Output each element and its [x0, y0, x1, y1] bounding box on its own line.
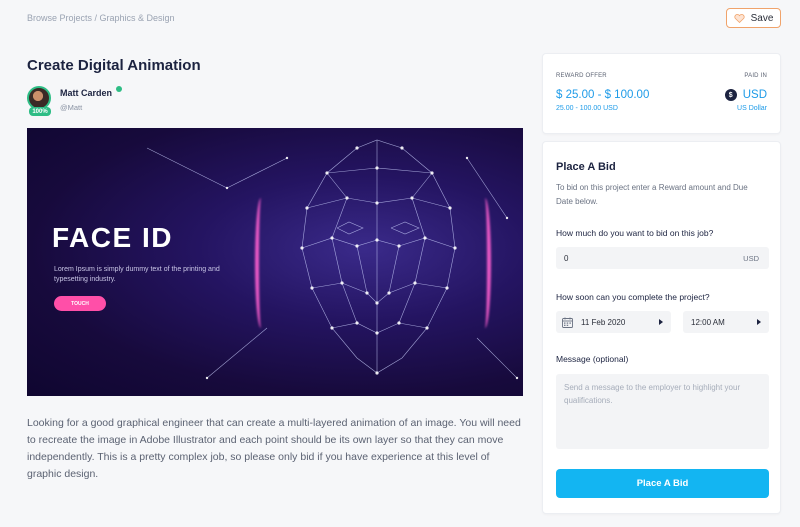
date-value: 11 Feb 2020	[581, 317, 626, 327]
due-date-label: How soon can you complete the project?	[556, 292, 710, 302]
place-bid-button[interactable]: Place A Bid	[556, 469, 769, 498]
image-headline: FACE ID	[52, 222, 173, 253]
bid-card: Place A Bid To bid on this project enter…	[542, 141, 781, 514]
time-picker[interactable]: 12:00 AM	[683, 311, 769, 333]
reward-card: REWARD OFFER PAID IN $ 25.00 - $ 100.00 …	[542, 53, 781, 134]
currency-name: US Dollar	[737, 105, 767, 112]
bid-amount-label: How much do you want to bid on this job?	[556, 228, 714, 238]
project-image: FACE ID Lorem Ipsum is simply dummy text…	[27, 128, 523, 396]
reward-label: REWARD OFFER	[556, 73, 607, 79]
message-label: Message (optional)	[556, 354, 629, 364]
currency: $ USD	[724, 89, 767, 101]
bid-amount-unit: USD	[743, 253, 759, 263]
caret-right-icon	[757, 319, 761, 325]
date-picker[interactable]: 11 Feb 2020	[556, 311, 671, 333]
message-textarea[interactable]: Send a message to the employer to highli…	[556, 374, 769, 449]
currency-code: USD	[742, 89, 767, 101]
avatar-badge: 100%	[29, 107, 51, 116]
face-mesh-graphic	[146, 139, 519, 380]
author-info: 100% Matt Carden @Matt	[27, 86, 123, 116]
author-name[interactable]: Matt Carden	[60, 88, 112, 98]
paid-in-label: PAID IN	[744, 73, 767, 79]
time-value: 12:00 AM	[691, 317, 725, 327]
bid-title: Place A Bid	[556, 161, 616, 173]
caret-right-icon	[659, 319, 663, 325]
reward-amount: $ 25.00 - $ 100.00	[556, 89, 650, 101]
page-title: Create Digital Animation	[27, 57, 201, 74]
bid-help-text: To bid on this project enter a Reward am…	[556, 183, 748, 206]
image-touch-button: TOUCH	[54, 296, 106, 311]
breadcrumb[interactable]: Browse Projects / Graphics & Design	[27, 13, 175, 23]
author-handle: @Matt	[60, 103, 83, 112]
save-label: Save	[750, 12, 774, 24]
author-name-row: Matt Carden	[60, 86, 123, 98]
project-description: Looking for a good graphical engineer th…	[27, 417, 521, 480]
glow-right	[479, 198, 491, 328]
bid-amount-value: 0	[564, 253, 569, 263]
online-dot-icon	[116, 86, 123, 92]
avatar[interactable]: 100%	[27, 86, 53, 116]
heart-icon	[734, 13, 745, 23]
image-text: Lorem Ipsum is simply dummy text of the …	[54, 266, 220, 283]
dollar-icon: $	[724, 89, 737, 101]
reward-amount-sub: 25.00 - 100.00 USD	[556, 105, 618, 112]
save-button[interactable]: Save	[726, 8, 781, 28]
bid-amount-input[interactable]: 0 USD	[556, 247, 769, 269]
glow-left	[255, 198, 267, 328]
calendar-icon	[562, 317, 573, 328]
